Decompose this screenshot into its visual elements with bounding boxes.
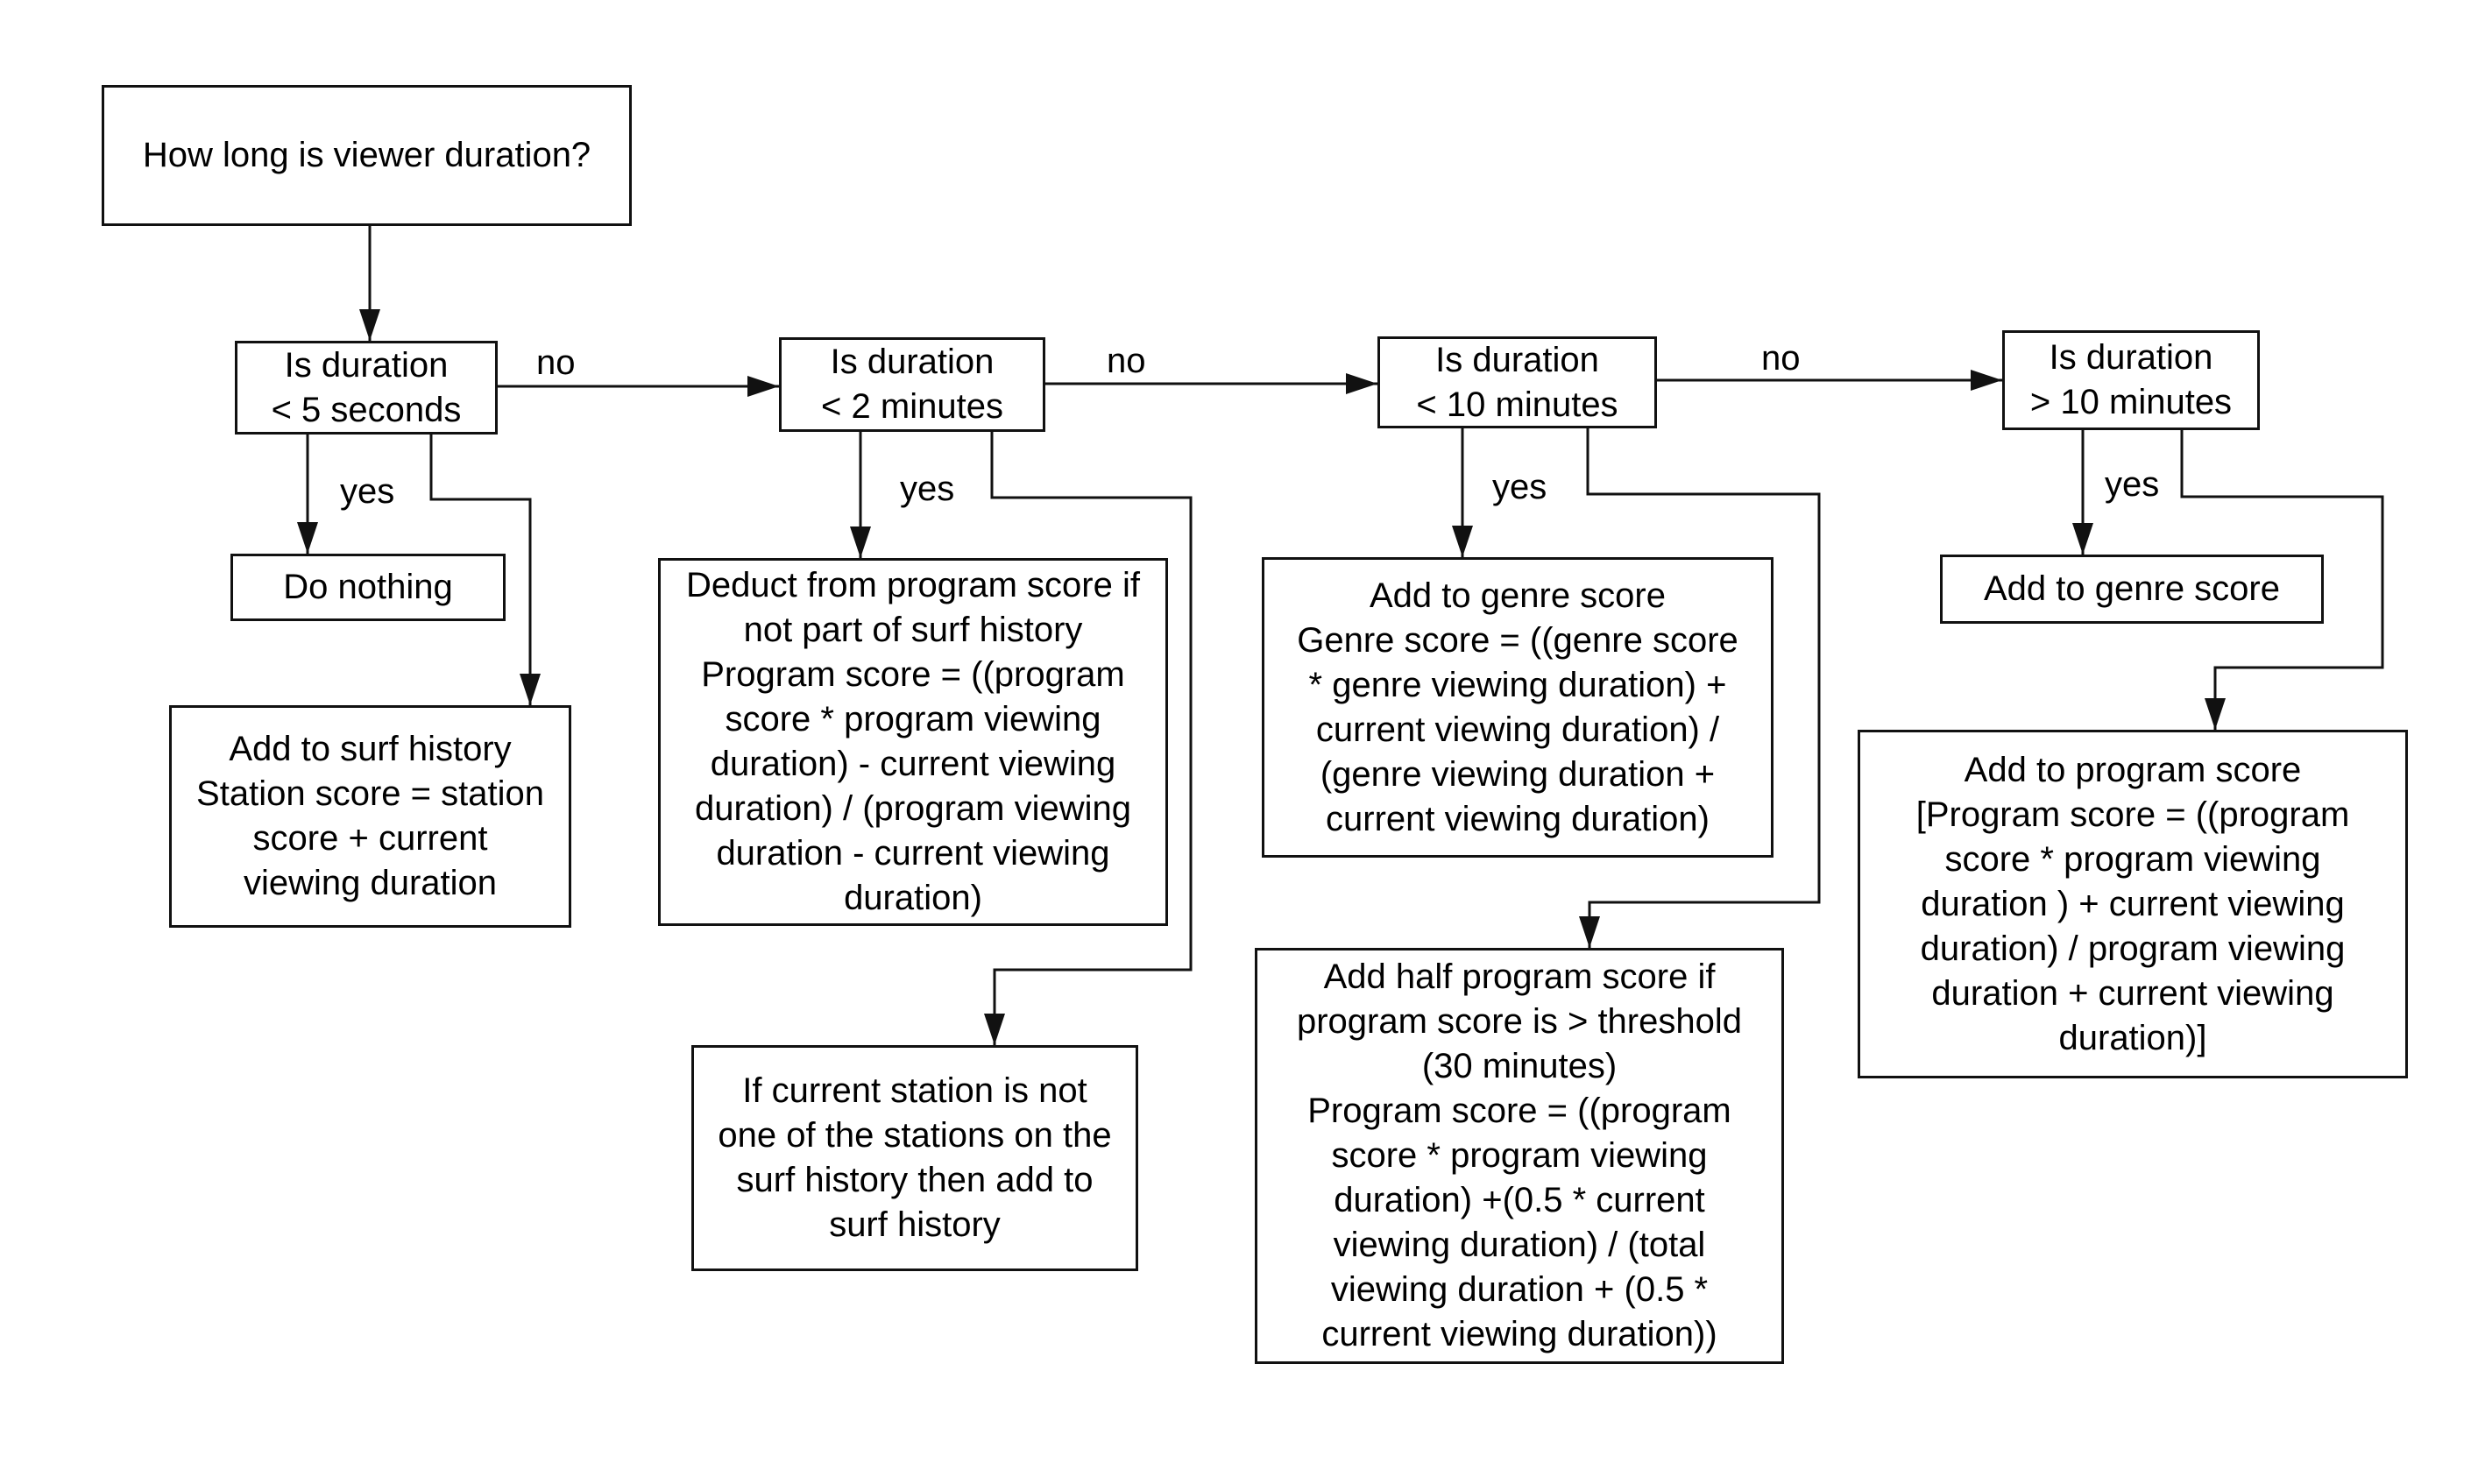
box-text-line: duration) bbox=[844, 879, 982, 917]
box-text-line: Add to surf history bbox=[229, 730, 512, 768]
box-text-line: duration - current viewing bbox=[716, 834, 1110, 873]
box-text-line: duration)] bbox=[2058, 1018, 2207, 1057]
box-text-line: Is duration bbox=[2049, 338, 2213, 377]
action-add-to-surf-history: Add to surf history Station score = stat… bbox=[169, 705, 571, 928]
action-check-surf-history: If current station is not one of the sta… bbox=[691, 1045, 1138, 1271]
box-text-line: current viewing duration)) bbox=[1321, 1315, 1717, 1353]
action-add-to-program-score: Add to program score [Program score = ((… bbox=[1858, 730, 2408, 1078]
box-text-line: Add half program score if bbox=[1323, 958, 1716, 996]
action-add-to-genre-score-formula: Add to genre score Genre score = ((genre… bbox=[1262, 557, 1773, 858]
box-text-line: Do nothing bbox=[283, 568, 453, 606]
box-text-line: duration + current viewing bbox=[1931, 973, 2334, 1013]
box-text-line: If current station is not bbox=[742, 1071, 1087, 1110]
box-text-line: (30 minutes) bbox=[1421, 1047, 1618, 1085]
box-text-line: [Program score = ((program bbox=[1915, 795, 2350, 834]
box-text-line: score * program viewing bbox=[725, 700, 1101, 738]
box-text-line: Add to program score bbox=[1964, 750, 2302, 789]
edge-label-yes: yes bbox=[900, 470, 955, 508]
box-text-line: Is duration bbox=[830, 343, 995, 381]
box-text-line: Is duration bbox=[1435, 340, 1599, 379]
box-text-line: * genre viewing duration) + bbox=[1308, 665, 1727, 704]
decision-under-5-seconds: Is duration < 5 seconds bbox=[235, 341, 498, 435]
box-text-line: score * program viewing bbox=[1944, 839, 2321, 879]
box-text-line: Station score = station bbox=[196, 774, 544, 813]
box-text-line: score * program viewing bbox=[1331, 1136, 1708, 1175]
box-text-line: current viewing duration) bbox=[1326, 799, 1710, 838]
box-text-line: Add to genre score bbox=[1370, 576, 1666, 615]
action-add-to-genre-score: Add to genre score bbox=[1940, 555, 2324, 624]
box-text-line: viewing duration) / (total bbox=[1333, 1226, 1706, 1264]
box-text-line: duration) / (program viewing bbox=[695, 789, 1131, 828]
box-text-line: Genre score = ((genre score bbox=[1297, 620, 1738, 660]
flowchart-canvas: How long is viewer duration? Is duration… bbox=[0, 0, 2485, 1484]
box-text-line: Is duration bbox=[284, 345, 449, 385]
edge-label-no: no bbox=[1107, 342, 1146, 380]
edge-label-yes: yes bbox=[340, 472, 395, 511]
box-text-line: program score is > threshold bbox=[1296, 1002, 1742, 1041]
box-text-line: Deduct from program score if bbox=[686, 566, 1140, 604]
box-text-line: < 2 minutes bbox=[821, 387, 1003, 426]
box-text-line: Program score = ((program bbox=[1307, 1092, 1731, 1130]
box-text-line: viewing duration + (0.5 * bbox=[1330, 1270, 1709, 1309]
box-text-line: surf history bbox=[829, 1205, 1001, 1244]
box-text-line: score + current bbox=[252, 819, 488, 858]
start-question-box: How long is viewer duration? bbox=[102, 85, 632, 226]
edge-label-no: no bbox=[1761, 339, 1801, 378]
decision-over-10-minutes: Is duration > 10 minutes bbox=[2002, 330, 2260, 430]
box-text-line: How long is viewer duration? bbox=[142, 136, 591, 174]
box-text-line: one of the stations on the bbox=[718, 1116, 1112, 1155]
decision-under-2-minutes: Is duration < 2 minutes bbox=[779, 337, 1045, 432]
box-text-line: duration) / program viewing bbox=[1920, 929, 2346, 968]
box-text-line: duration ) + current viewing bbox=[1921, 884, 2345, 923]
box-text-line: viewing duration bbox=[243, 864, 498, 902]
action-add-half-program-score: Add half program score if program score … bbox=[1255, 948, 1784, 1364]
box-text-line: < 10 minutes bbox=[1416, 385, 1618, 424]
box-text-line: duration) - current viewing bbox=[710, 745, 1116, 783]
edge-label-yes: yes bbox=[2105, 465, 2160, 504]
action-deduct-program-score: Deduct from program score if not part of… bbox=[658, 558, 1168, 926]
box-text-line: not part of surf history bbox=[743, 611, 1083, 649]
box-text-line: current viewing duration) / bbox=[1315, 710, 1720, 749]
box-text-line: Program score = ((program bbox=[701, 655, 1125, 694]
edge-label-yes: yes bbox=[1492, 468, 1547, 506]
box-text-line: surf history then add to bbox=[736, 1161, 1094, 1199]
box-text-line: > 10 minutes bbox=[2029, 383, 2233, 421]
box-text-line: < 5 seconds bbox=[271, 390, 462, 429]
edge-label-no: no bbox=[536, 343, 576, 382]
box-text-line: duration) +(0.5 * current bbox=[1334, 1181, 1705, 1219]
decision-under-10-minutes: Is duration < 10 minutes bbox=[1377, 336, 1657, 428]
box-text-line: (genre viewing duration + bbox=[1320, 754, 1716, 794]
box-text-line: Add to genre score bbox=[1984, 569, 2280, 608]
action-do-nothing: Do nothing bbox=[230, 554, 506, 621]
